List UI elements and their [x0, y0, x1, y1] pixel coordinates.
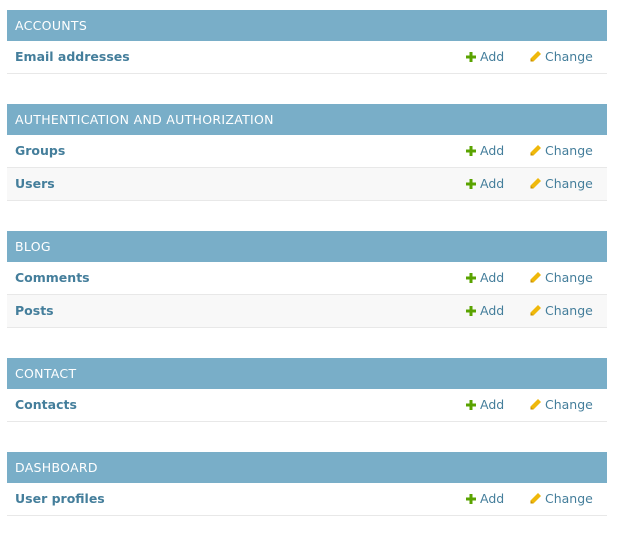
module-accounts: ACCOUNTS Email addresses Add Change	[7, 10, 607, 74]
add-button[interactable]: Add	[466, 168, 504, 200]
change-button[interactable]: Change	[530, 262, 593, 294]
plus-icon	[466, 146, 476, 156]
pencil-icon	[530, 272, 541, 283]
model-link-contacts[interactable]: Contacts	[15, 389, 77, 421]
plus-icon	[466, 400, 476, 410]
model-link-user-profiles[interactable]: User profiles	[15, 483, 105, 515]
module-contact: CONTACT Contacts Add Change	[7, 358, 607, 422]
pencil-icon	[530, 178, 541, 189]
plus-icon	[466, 494, 476, 504]
pencil-icon	[530, 305, 541, 316]
pencil-icon	[530, 493, 541, 504]
change-label: Change	[545, 397, 593, 412]
module-header[interactable]: BLOG	[7, 231, 607, 262]
change-button[interactable]: Change	[530, 483, 593, 515]
model-row: Comments Add Change	[7, 262, 607, 295]
change-button[interactable]: Change	[530, 295, 593, 327]
add-button[interactable]: Add	[466, 41, 504, 73]
add-label: Add	[480, 270, 505, 285]
add-button[interactable]: Add	[466, 483, 504, 515]
pencil-icon	[530, 399, 541, 410]
model-row: Groups Add Change	[7, 135, 607, 168]
model-link-groups[interactable]: Groups	[15, 135, 65, 167]
add-label: Add	[480, 397, 505, 412]
change-label: Change	[545, 176, 593, 191]
model-link-posts[interactable]: Posts	[15, 295, 54, 327]
change-label: Change	[545, 491, 593, 506]
change-button[interactable]: Change	[530, 135, 593, 167]
model-link-comments[interactable]: Comments	[15, 262, 90, 294]
app-list: ACCOUNTS Email addresses Add Change AUTH…	[7, 10, 607, 546]
add-button[interactable]: Add	[466, 135, 504, 167]
model-link-email-addresses[interactable]: Email addresses	[15, 41, 130, 73]
change-button[interactable]: Change	[530, 389, 593, 421]
model-row: Email addresses Add Change	[7, 41, 607, 74]
add-label: Add	[480, 176, 505, 191]
add-label: Add	[480, 303, 505, 318]
model-row: Contacts Add Change	[7, 389, 607, 422]
model-row: User profiles Add Change	[7, 483, 607, 516]
plus-icon	[466, 273, 476, 283]
plus-icon	[466, 179, 476, 189]
change-label: Change	[545, 143, 593, 158]
model-link-users[interactable]: Users	[15, 168, 55, 200]
pencil-icon	[530, 145, 541, 156]
change-button[interactable]: Change	[530, 168, 593, 200]
change-label: Change	[545, 270, 593, 285]
module-header[interactable]: AUTHENTICATION AND AUTHORIZATION	[7, 104, 607, 135]
module-header[interactable]: CONTACT	[7, 358, 607, 389]
change-button[interactable]: Change	[530, 41, 593, 73]
plus-icon	[466, 52, 476, 62]
model-row: Users Add Change	[7, 168, 607, 201]
model-row: Posts Add Change	[7, 295, 607, 328]
add-button[interactable]: Add	[466, 262, 504, 294]
add-button[interactable]: Add	[466, 389, 504, 421]
plus-icon	[466, 306, 476, 316]
module-auth: AUTHENTICATION AND AUTHORIZATION Groups …	[7, 104, 607, 201]
module-header[interactable]: DASHBOARD	[7, 452, 607, 483]
add-label: Add	[480, 143, 505, 158]
change-label: Change	[545, 303, 593, 318]
module-blog: BLOG Comments Add Change Posts Add Chang…	[7, 231, 607, 328]
module-header[interactable]: ACCOUNTS	[7, 10, 607, 41]
module-dashboard: DASHBOARD User profiles Add Change	[7, 452, 607, 516]
add-button[interactable]: Add	[466, 295, 504, 327]
change-label: Change	[545, 49, 593, 64]
add-label: Add	[480, 49, 505, 64]
pencil-icon	[530, 51, 541, 62]
add-label: Add	[480, 491, 505, 506]
